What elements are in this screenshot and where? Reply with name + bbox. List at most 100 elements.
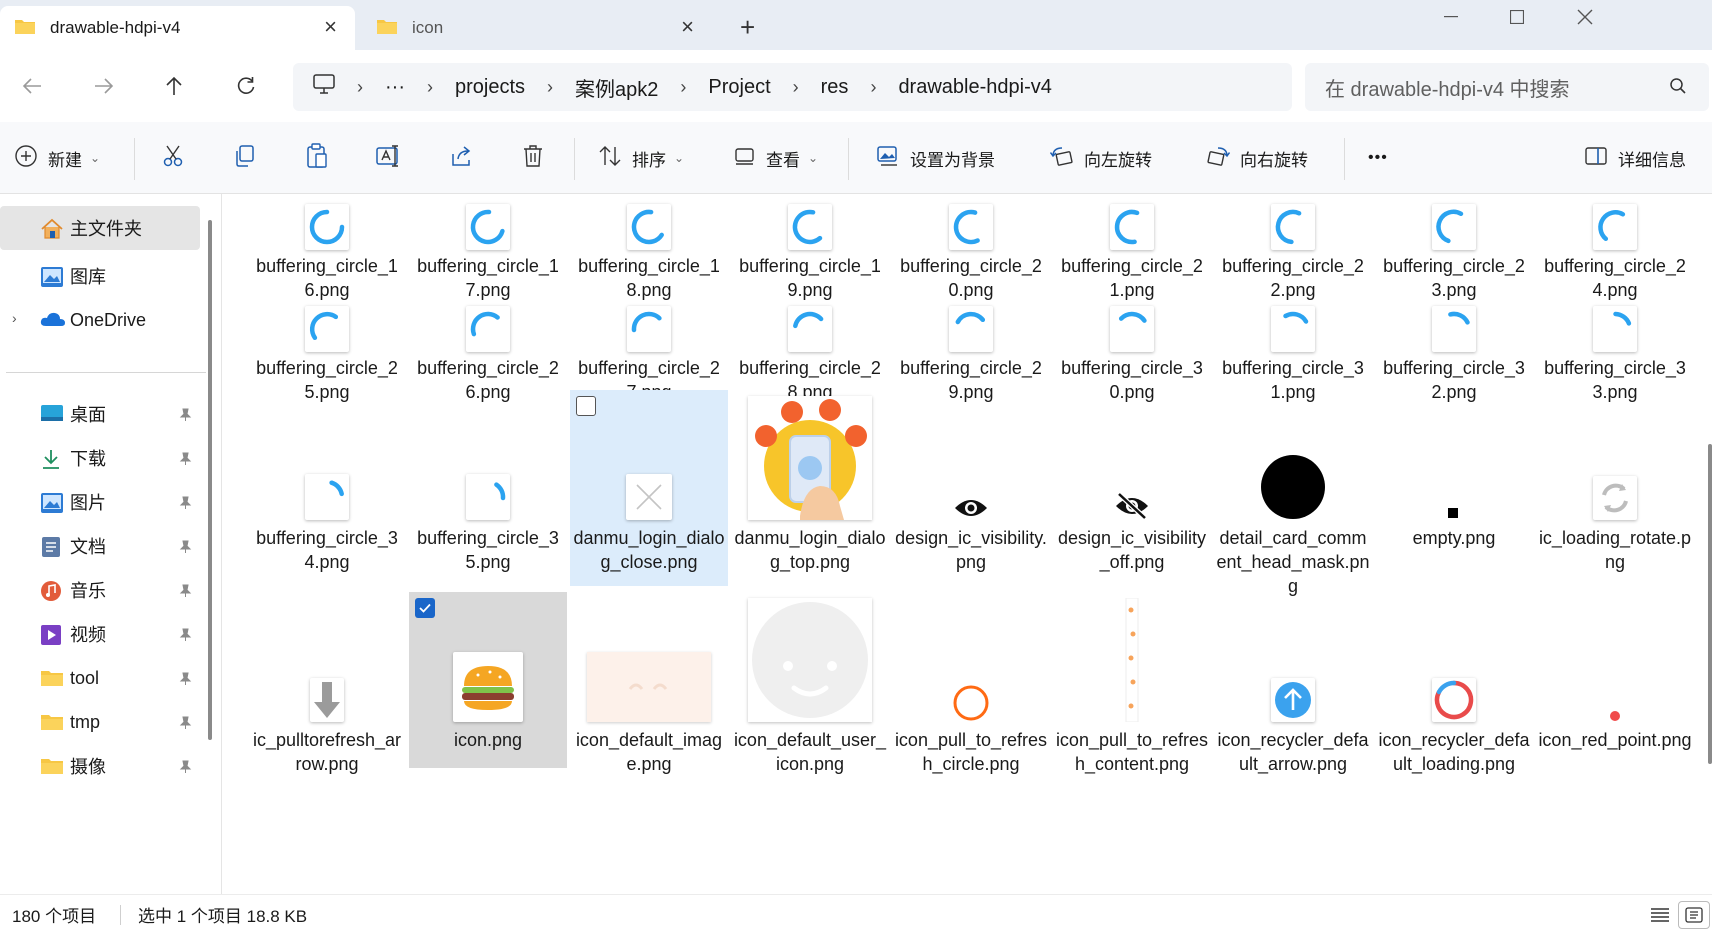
pin-icon[interactable] xyxy=(178,450,192,471)
file-tile[interactable]: buffering_circle_18.png xyxy=(570,194,728,302)
file-tile[interactable]: icon_recycler_default_loading.png xyxy=(1375,592,1533,776)
pin-icon[interactable] xyxy=(178,406,192,427)
file-tile[interactable]: buffering_circle_24.png xyxy=(1536,194,1694,302)
rotate-right-button[interactable]: 向右旋转 xyxy=(1206,142,1308,174)
file-tile[interactable]: buffering_circle_16.png xyxy=(248,194,406,302)
file-tile[interactable]: icon_default_image.png xyxy=(570,592,728,776)
sidebar-item-documents[interactable]: 文档 xyxy=(0,524,200,568)
file-tile[interactable]: icon.png xyxy=(409,592,567,768)
pin-icon[interactable] xyxy=(178,626,192,647)
sidebar-scrollbar[interactable] xyxy=(208,220,212,740)
back-button[interactable] xyxy=(14,68,50,104)
search-input[interactable]: 在 drawable-hdpi-v4 中搜索 xyxy=(1305,63,1709,111)
details-button[interactable]: 详细信息 xyxy=(1584,142,1686,174)
close-icon[interactable]: × xyxy=(324,16,337,38)
more-options-button[interactable]: ••• xyxy=(1368,142,1388,174)
file-tile[interactable]: buffering_circle_34.png xyxy=(248,390,406,574)
search-icon[interactable] xyxy=(1669,77,1687,101)
pin-icon[interactable] xyxy=(178,714,192,735)
file-tile[interactable]: buffering_circle_33.png xyxy=(1536,288,1694,404)
file-tile[interactable]: design_ic_visibility.png xyxy=(892,390,1050,574)
chevron-right-icon[interactable]: › xyxy=(427,77,433,98)
sort-button[interactable]: 排序 ⌄ xyxy=(598,142,684,174)
chevron-right-icon[interactable]: › xyxy=(680,77,686,98)
file-tile[interactable]: buffering_circle_21.png xyxy=(1053,194,1211,302)
breadcrumb-overflow[interactable]: ··· xyxy=(385,76,405,99)
file-tile[interactable]: detail_card_comment_head_mask.png xyxy=(1214,390,1372,598)
file-tile[interactable]: buffering_circle_32.png xyxy=(1375,288,1533,404)
file-tile[interactable]: buffering_circle_35.png xyxy=(409,390,567,574)
tab-drawable-hdpi-v4[interactable]: drawable-hdpi-v4 × xyxy=(0,6,355,50)
selection-checkbox[interactable] xyxy=(576,396,596,416)
cut-button[interactable] xyxy=(162,142,184,174)
file-tile[interactable]: buffering_circle_23.png xyxy=(1375,194,1533,302)
file-tile[interactable]: buffering_circle_19.png xyxy=(731,194,889,302)
file-tile[interactable]: buffering_circle_20.png xyxy=(892,194,1050,302)
file-tile[interactable]: danmu_login_dialog_top.png xyxy=(731,390,889,574)
chevron-right-icon[interactable]: › xyxy=(357,77,363,98)
sidebar-item-videos[interactable]: 视频 xyxy=(0,612,200,656)
chevron-right-icon[interactable]: › xyxy=(547,77,553,98)
address-bar[interactable]: › ··· › projects › 案例apk2 › Project › re… xyxy=(293,63,1292,111)
share-button[interactable] xyxy=(450,142,474,174)
minimize-button[interactable] xyxy=(1428,2,1474,32)
chevron-right-icon[interactable]: › xyxy=(12,310,17,326)
file-tile[interactable]: buffering_circle_31.png xyxy=(1214,288,1372,404)
file-tile[interactable]: icon_recycler_default_arrow.png xyxy=(1214,592,1372,776)
file-tile[interactable]: buffering_circle_27.png xyxy=(570,288,728,404)
chevron-right-icon[interactable]: › xyxy=(870,77,876,98)
file-tile[interactable]: buffering_circle_26.png xyxy=(409,288,567,404)
rename-button[interactable] xyxy=(376,142,402,174)
file-tile[interactable]: ic_pulltorefresh_arrow.png xyxy=(248,592,406,776)
file-tile[interactable]: icon_pull_to_refresh_content.png xyxy=(1053,592,1211,776)
file-tile[interactable]: empty.png xyxy=(1375,390,1533,550)
sidebar-item-camera[interactable]: 摄像 xyxy=(0,744,200,788)
sidebar-item-music[interactable]: 音乐 xyxy=(0,568,200,612)
selection-checkbox[interactable] xyxy=(415,598,435,618)
sidebar-item-gallery[interactable]: 图库 xyxy=(0,254,200,298)
file-tile[interactable]: icon_default_user_icon.png xyxy=(731,592,889,776)
delete-button[interactable] xyxy=(522,142,544,174)
pin-icon[interactable] xyxy=(178,758,192,779)
maximize-button[interactable] xyxy=(1494,2,1540,32)
content-scrollbar[interactable] xyxy=(1708,444,1712,764)
chevron-right-icon[interactable]: › xyxy=(793,77,799,98)
pin-icon[interactable] xyxy=(178,670,192,691)
sidebar-item-onedrive[interactable]: › OneDrive xyxy=(0,298,200,342)
file-tile[interactable]: buffering_circle_17.png xyxy=(409,194,567,302)
pin-icon[interactable] xyxy=(178,538,192,559)
new-tab-button[interactable]: + xyxy=(740,12,755,42)
close-icon[interactable]: × xyxy=(681,16,694,38)
tab-icon[interactable]: icon × xyxy=(362,6,712,50)
new-button[interactable]: 新建 ⌄ xyxy=(14,142,100,174)
up-button[interactable] xyxy=(156,68,192,104)
paste-button[interactable] xyxy=(306,142,328,174)
sidebar-item-tmp[interactable]: tmp xyxy=(0,700,200,744)
close-window-button[interactable] xyxy=(1562,2,1608,32)
set-as-background-button[interactable]: 设置为背景 xyxy=(876,142,995,174)
pin-icon[interactable] xyxy=(178,582,192,603)
sidebar-item-pictures[interactable]: 图片 xyxy=(0,480,200,524)
file-tile[interactable]: danmu_login_dialog_close.png xyxy=(570,390,728,586)
breadcrumb-current[interactable]: drawable-hdpi-v4 xyxy=(898,76,1051,99)
details-view-button[interactable] xyxy=(1644,901,1676,929)
breadcrumb-project[interactable]: Project xyxy=(708,76,770,99)
file-tile[interactable]: buffering_circle_25.png xyxy=(248,288,406,404)
file-tile[interactable]: icon_red_point.png xyxy=(1536,592,1694,752)
breadcrumb-res[interactable]: res xyxy=(821,76,849,99)
tiles-view-button[interactable] xyxy=(1678,901,1710,929)
view-button[interactable]: 查看 ⌄ xyxy=(734,142,818,174)
pin-icon[interactable] xyxy=(178,494,192,515)
breadcrumb-projects[interactable]: projects xyxy=(455,76,525,99)
forward-button[interactable] xyxy=(86,68,122,104)
copy-button[interactable] xyxy=(234,142,256,174)
breadcrumb-apk2[interactable]: 案例apk2 xyxy=(575,73,658,102)
file-tile[interactable]: icon_pull_to_refresh_circle.png xyxy=(892,592,1050,776)
sidebar-item-home[interactable]: 主文件夹 xyxy=(0,206,200,250)
file-tile[interactable]: buffering_circle_22.png xyxy=(1214,194,1372,302)
sidebar-item-desktop[interactable]: 桌面 xyxy=(0,392,200,436)
file-tile[interactable]: design_ic_visibility_off.png xyxy=(1053,390,1211,574)
file-tile[interactable]: ic_loading_rotate.png xyxy=(1536,390,1694,574)
sidebar-item-downloads[interactable]: 下载 xyxy=(0,436,200,480)
refresh-button[interactable] xyxy=(228,68,264,104)
